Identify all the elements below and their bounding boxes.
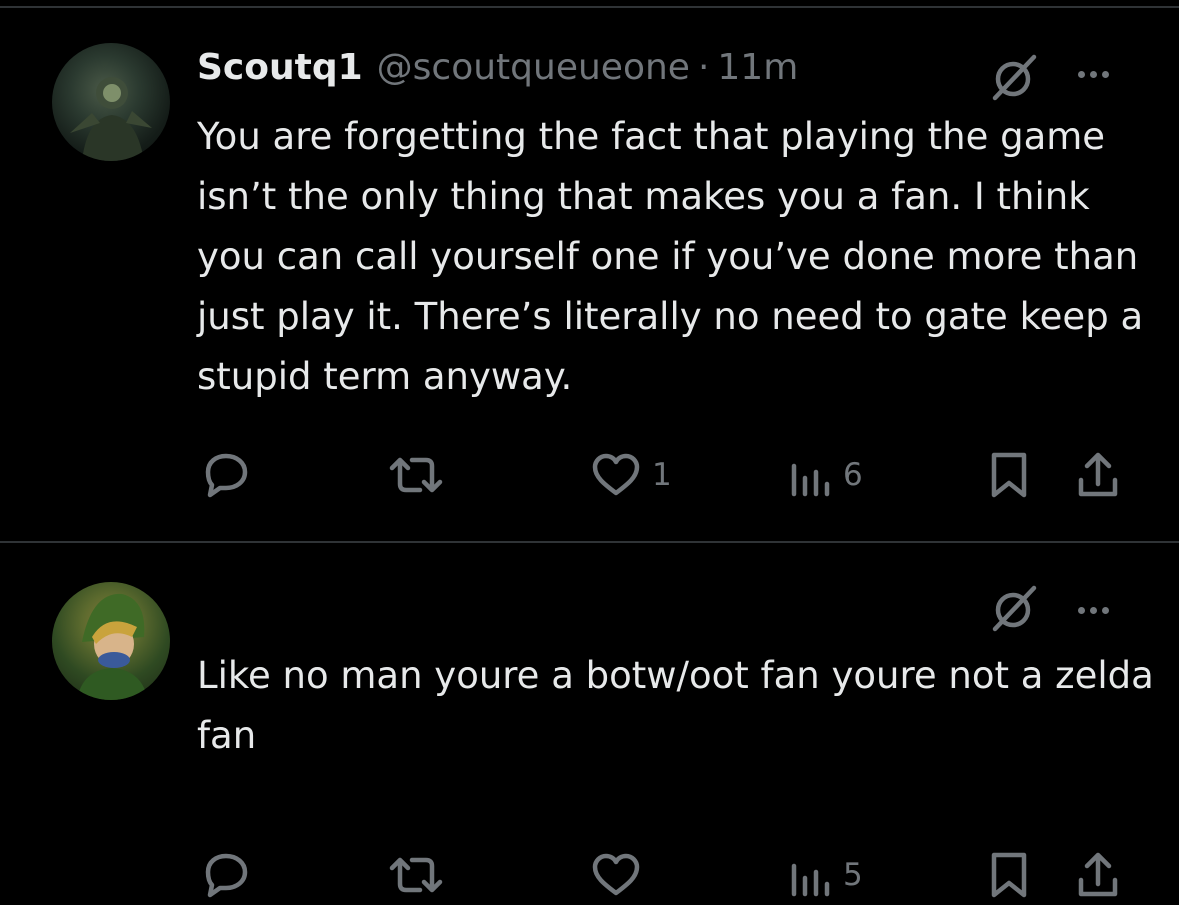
share-icon	[1075, 850, 1121, 900]
reply-icon	[200, 451, 252, 499]
share-button[interactable]	[1075, 845, 1121, 905]
share-icon	[1075, 450, 1121, 500]
bookmark-icon	[988, 450, 1030, 500]
tweet-text: Like no man youre a botw/oot fan youre n…	[197, 654, 1154, 757]
views-icon	[789, 852, 833, 898]
tweet[interactable]: Scoutq1 @scoutqueueone · 11m You are for…	[0, 0, 1179, 540]
bookmark-icon	[988, 850, 1030, 900]
views-button[interactable]: 5	[789, 845, 863, 905]
like-count: 1	[652, 457, 672, 493]
display-name[interactable]: Scoutq1	[197, 47, 363, 88]
reply-button[interactable]	[200, 845, 252, 905]
heart-icon	[590, 452, 642, 498]
views-icon	[789, 452, 833, 498]
like-button[interactable]	[590, 845, 652, 905]
header-separator: ·	[697, 47, 710, 88]
tweet-header: Scoutq1 @scoutqueueone · 11m	[197, 47, 798, 101]
user-handle[interactable]: @scoutqueueone	[377, 47, 690, 88]
bookmark-button[interactable]	[988, 845, 1030, 905]
grok-icon[interactable]	[990, 583, 1040, 633]
share-button[interactable]	[1075, 445, 1121, 505]
avatar[interactable]	[52, 43, 170, 161]
more-icon[interactable]	[1078, 607, 1109, 614]
views-button[interactable]: 6	[789, 445, 863, 505]
bookmark-button[interactable]	[988, 445, 1030, 505]
retweet-button[interactable]	[386, 445, 446, 505]
tweet-header	[197, 590, 227, 644]
grok-icon[interactable]	[990, 52, 1040, 102]
tweet[interactable]: Like no man youre a botw/oot fan youre n…	[0, 543, 1179, 898]
avatar[interactable]	[52, 582, 170, 700]
retweet-icon	[386, 452, 446, 498]
view-count: 6	[843, 457, 863, 493]
like-button[interactable]: 1	[590, 445, 672, 505]
more-icon[interactable]	[1078, 71, 1109, 78]
timestamp[interactable]: 11m	[717, 47, 798, 88]
retweet-button[interactable]	[386, 845, 446, 905]
reply-button[interactable]	[200, 445, 252, 505]
tweet-actions: 5	[0, 845, 1179, 905]
reply-icon	[200, 851, 252, 899]
heart-icon	[590, 852, 642, 898]
tweet-text: You are forgetting the fact that playing…	[197, 115, 1144, 398]
tweet-actions: 1 6	[0, 445, 1179, 505]
retweet-icon	[386, 852, 446, 898]
